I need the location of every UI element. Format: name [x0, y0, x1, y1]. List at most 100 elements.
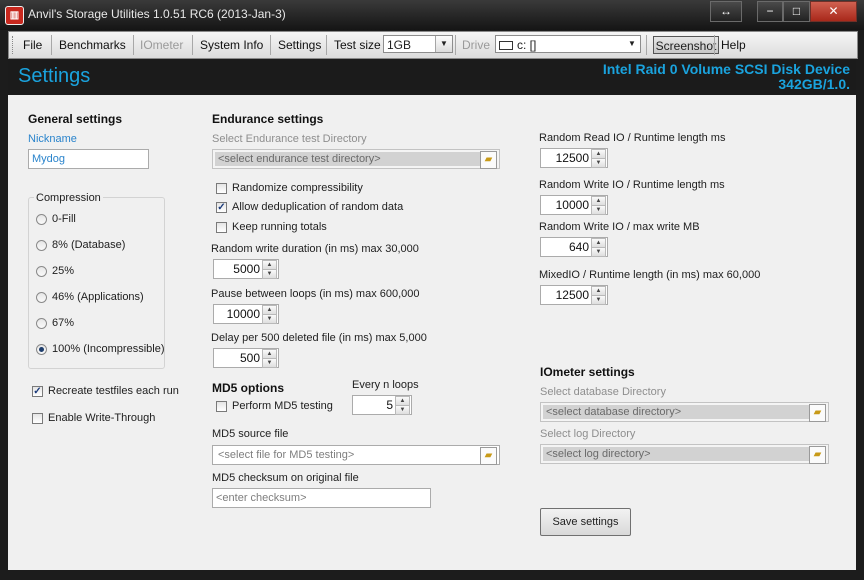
md5-checksum-input[interactable]: <enter checksum>: [212, 488, 431, 508]
keep-totals-checkbox[interactable]: [216, 222, 227, 233]
spin-down-icon[interactable]: ▼: [262, 358, 277, 368]
endurance-settings-heading: Endurance settings: [212, 112, 324, 126]
page-header: Settings Intel Raid 0 Volume SCSI Disk D…: [8, 59, 856, 94]
random-write-duration-value: 5000: [233, 262, 260, 276]
compression-radio[interactable]: [36, 344, 47, 355]
device-info: 342GB/1.0.: [778, 76, 850, 92]
md5-source-placeholder: <select file for MD5 testing>: [215, 448, 481, 462]
iometer-settings-heading: IOmeter settings: [540, 365, 635, 379]
menu-file[interactable]: File: [23, 38, 42, 52]
log-dir-field[interactable]: <select log directory> ▰: [540, 444, 829, 464]
random-write-duration-label: Random write duration (in ms) max 30,000: [211, 243, 419, 255]
test-size-value: 1GB: [387, 38, 412, 52]
menu-separator: [455, 35, 456, 55]
menu-separator: [51, 35, 52, 55]
random-write-max-spinner[interactable]: 640 ▲ ▼: [540, 237, 608, 257]
md5-source-field[interactable]: <select file for MD5 testing> ▰: [212, 445, 500, 465]
log-dir-label: Select log Directory: [540, 428, 636, 440]
recreate-testfiles-checkbox[interactable]: ✓: [32, 386, 43, 397]
compression-option-label: 46% (Applications): [52, 291, 144, 303]
compression-option-label: 25%: [52, 265, 75, 277]
md5-options-heading: MD5 options: [212, 381, 284, 395]
compression-radio[interactable]: [36, 318, 47, 329]
random-read-value: 12500: [555, 151, 589, 165]
mixed-io-spinner[interactable]: 12500 ▲ ▼: [540, 285, 608, 305]
mixed-io-value: 12500: [555, 288, 589, 302]
spin-down-icon[interactable]: ▼: [591, 295, 606, 305]
compression-option-label: 0-Fill: [52, 213, 76, 225]
drive-select[interactable]: c: [] ▼: [495, 35, 641, 53]
folder-open-icon[interactable]: ▰: [809, 446, 826, 464]
menu-separator: [714, 35, 715, 55]
md5-source-label: MD5 source file: [212, 428, 289, 440]
menu-iometer[interactable]: IOmeter: [140, 38, 183, 52]
spin-down-icon[interactable]: ▼: [591, 158, 606, 168]
dedup-label: Allow deduplication of random data: [232, 201, 404, 213]
menu-separator: [326, 35, 327, 55]
folder-open-icon[interactable]: ▰: [480, 447, 497, 465]
test-size-label: Test size: [334, 38, 381, 52]
compression-radio[interactable]: [36, 214, 47, 225]
every-n-loops-spinner[interactable]: 5 ▲ ▼: [352, 395, 412, 415]
database-dir-field[interactable]: <select database directory> ▰: [540, 402, 829, 422]
compression-radio[interactable]: [36, 266, 47, 277]
spin-down-icon[interactable]: ▼: [395, 405, 410, 415]
random-read-label: Random Read IO / Runtime length ms: [539, 132, 726, 144]
pause-between-loops-label: Pause between loops (in ms) max 600,000: [211, 288, 420, 300]
maximize-button[interactable]: □: [783, 1, 810, 22]
menu-separator: [270, 35, 271, 55]
perform-md5-checkbox[interactable]: [216, 401, 227, 412]
spin-down-icon[interactable]: ▼: [591, 205, 606, 215]
drive-icon: [499, 41, 513, 51]
write-through-label: Enable Write-Through: [48, 412, 156, 424]
randomize-compressibility-checkbox[interactable]: [216, 183, 227, 194]
compression-radio[interactable]: [36, 292, 47, 303]
minimize-button[interactable]: −: [757, 1, 783, 22]
pause-between-loops-spinner[interactable]: 10000 ▲ ▼: [213, 304, 279, 324]
random-write-label: Random Write IO / Runtime length ms: [539, 179, 725, 191]
perform-md5-label: Perform MD5 testing: [232, 400, 333, 412]
mixed-io-label: MixedIO / Runtime length (in ms) max 60,…: [539, 269, 761, 281]
folder-open-icon[interactable]: ▰: [480, 151, 497, 169]
dropdown-arrow-icon[interactable]: ▼: [624, 36, 640, 52]
write-through-checkbox[interactable]: [32, 413, 43, 424]
general-settings-heading: General settings: [28, 112, 123, 126]
menu-settings[interactable]: Settings: [278, 38, 321, 52]
dropdown-arrow-icon[interactable]: ▼: [435, 36, 452, 52]
md5-checksum-label: MD5 checksum on original file: [212, 472, 359, 484]
spin-down-icon[interactable]: ▼: [591, 247, 606, 257]
spin-down-icon[interactable]: ▼: [262, 269, 277, 279]
app-icon[interactable]: ▥: [5, 6, 24, 25]
nickname-input[interactable]: Mydog: [28, 149, 149, 169]
drive-label: Drive: [462, 38, 491, 52]
menu-help[interactable]: Help: [721, 38, 746, 52]
delay-per-deleted-value: 500: [239, 351, 260, 365]
random-write-spinner[interactable]: 10000 ▲ ▼: [540, 195, 608, 215]
compression-option-label: 100% (Incompressible): [52, 343, 165, 355]
spin-down-icon[interactable]: ▼: [262, 314, 277, 324]
grip-handle: [12, 36, 15, 54]
random-write-max-label: Random Write IO / max write MB: [539, 221, 700, 233]
close-button[interactable]: ✕: [810, 1, 857, 22]
save-settings-button[interactable]: Save settings: [540, 508, 631, 536]
folder-open-icon[interactable]: ▰: [809, 404, 826, 422]
random-write-value: 10000: [555, 198, 589, 212]
random-write-duration-spinner[interactable]: 5000 ▲ ▼: [213, 259, 279, 279]
compression-radio[interactable]: [36, 240, 47, 251]
menu-benchmarks[interactable]: Benchmarks: [59, 38, 126, 52]
screenshot-button[interactable]: Screenshot: [653, 36, 719, 54]
menu-separator: [133, 35, 134, 55]
endurance-dir-field[interactable]: <select endurance test directory> ▰: [212, 149, 500, 169]
window-title: Anvil's Storage Utilities 1.0.51 RC6 (20…: [28, 7, 286, 21]
menu-separator: [646, 35, 647, 55]
random-read-spinner[interactable]: 12500 ▲ ▼: [540, 148, 608, 168]
menu-system-info[interactable]: System Info: [200, 38, 263, 52]
restore-icon[interactable]: ↔: [710, 1, 742, 22]
test-size-select[interactable]: 1GB ▼: [383, 35, 453, 53]
menu-separator: [192, 35, 193, 55]
every-n-loops-label: Every n loops: [352, 379, 419, 391]
delay-per-deleted-spinner[interactable]: 500 ▲ ▼: [213, 348, 279, 368]
drive-value: c: []: [517, 38, 537, 52]
nickname-label: Nickname: [28, 133, 77, 145]
dedup-checkbox[interactable]: ✓: [216, 202, 227, 213]
